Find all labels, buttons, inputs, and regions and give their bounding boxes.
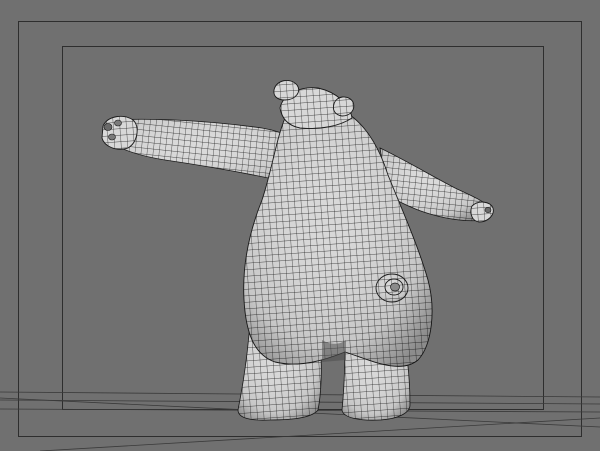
bear-model-mesh[interactable] (101, 79, 494, 421)
bear-tail (375, 273, 409, 303)
bear-right-ear (332, 96, 355, 117)
3d-viewport[interactable] (0, 0, 600, 451)
viewport-canvas[interactable] (0, 0, 600, 451)
bear-left-ear (273, 79, 300, 101)
